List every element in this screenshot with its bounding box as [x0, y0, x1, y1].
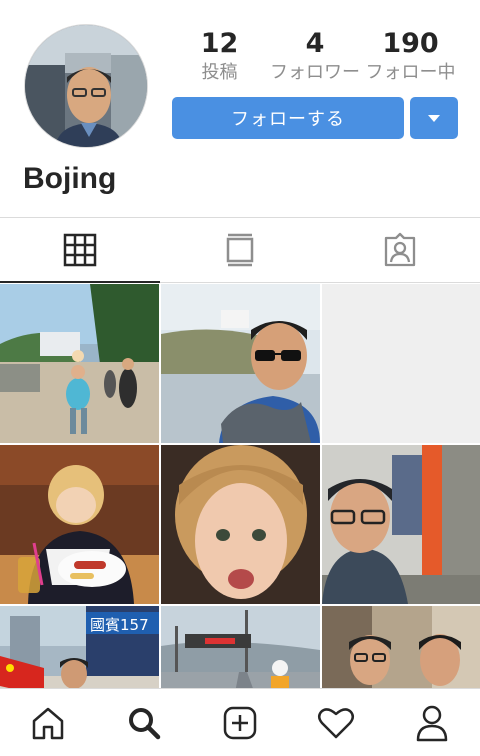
grid-photo-placeholder	[322, 284, 480, 443]
grid-photo[interactable]	[161, 606, 320, 688]
nav-search[interactable]	[114, 693, 174, 753]
grid-photo[interactable]	[0, 284, 159, 443]
followers-count: 4	[305, 28, 325, 59]
following-label: フォロー中	[365, 62, 456, 83]
profile-view-tabs	[0, 217, 480, 283]
profile-icon	[416, 705, 448, 741]
following-stat[interactable]: 190 フォロー中	[363, 28, 458, 86]
grid-photo[interactable]: 國賓157	[0, 606, 159, 688]
photo-grid: 國賓157	[0, 284, 480, 688]
follow-button[interactable]: フォローする	[172, 97, 404, 139]
grid-photo[interactable]	[0, 445, 159, 604]
nav-profile[interactable]	[402, 693, 462, 753]
grid-photo[interactable]	[161, 284, 320, 443]
posts-stat[interactable]: 12 投稿	[172, 28, 267, 86]
add-post-icon	[223, 706, 257, 739]
search-icon	[129, 707, 161, 739]
tab-tagged-view[interactable]	[320, 218, 480, 282]
nav-home[interactable]	[18, 693, 78, 753]
tagged-icon	[384, 232, 416, 267]
nav-new-post[interactable]	[210, 693, 270, 753]
posts-count: 12	[200, 28, 239, 59]
feed-icon	[226, 233, 254, 267]
followers-label: フォロワー	[270, 62, 360, 83]
photo-selfie-sunglasses	[161, 284, 320, 443]
grid-photo[interactable]	[322, 445, 480, 604]
avatar[interactable]	[24, 24, 148, 148]
posts-label: 投稿	[201, 62, 238, 83]
avatar-photo	[25, 25, 147, 147]
photo-park-child	[0, 284, 159, 443]
photo-child-eating	[0, 445, 159, 604]
following-count: 190	[382, 28, 439, 59]
bottom-tab-bar	[0, 688, 480, 756]
profile-username: Bojing	[23, 162, 117, 195]
photo-city-flag: 國賓157	[0, 606, 159, 688]
photo-two-men	[322, 606, 480, 688]
photo-child-face	[161, 445, 320, 604]
tab-feed-view[interactable]	[160, 218, 320, 282]
tab-grid-view[interactable]	[0, 218, 160, 283]
followers-stat[interactable]: 4 フォロワー	[268, 28, 363, 86]
photo-selfie-glasses	[322, 445, 480, 604]
grid-photo[interactable]	[161, 445, 320, 604]
home-icon	[32, 707, 64, 739]
photo-empty	[322, 284, 480, 443]
profile-stats: 12 投稿 4 フォロワー 190 フォロー中	[172, 28, 458, 86]
nav-activity[interactable]	[306, 693, 366, 753]
grid-photo[interactable]	[322, 606, 480, 688]
activity-heart-icon	[318, 707, 354, 738]
suggested-dropdown-button[interactable]	[410, 97, 458, 139]
grid-icon	[63, 233, 97, 267]
photo-bridge-road	[161, 606, 320, 688]
sign-text: 國賓157	[90, 616, 149, 634]
caret-down-icon	[428, 114, 440, 122]
